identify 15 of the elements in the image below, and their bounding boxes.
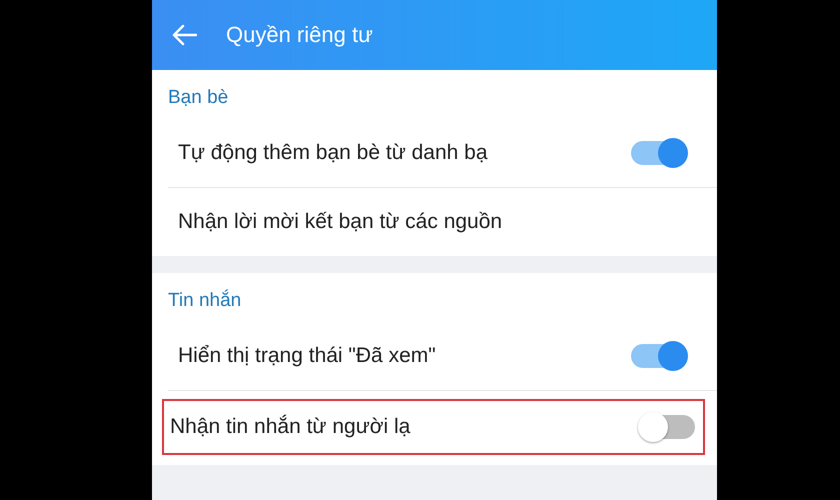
- settings-row[interactable]: Tự động thêm bạn bè từ danh bạ: [162, 119, 707, 187]
- back-arrow-icon[interactable]: [170, 23, 198, 47]
- section-title: Tin nhắn: [167, 288, 242, 313]
- settings-row[interactable]: Nhận lời mời kết bạn từ các nguồn: [162, 188, 707, 256]
- row-label: Nhận tin nhắn từ người lạ: [170, 415, 410, 439]
- row-label: Nhận lời mời kết bạn từ các nguồn: [178, 210, 502, 234]
- section-title: Bạn bè: [167, 86, 230, 110]
- toggle-switch[interactable]: [641, 415, 695, 439]
- toggle-switch[interactable]: [631, 141, 685, 165]
- screen-title: Quyền riêng tư: [226, 22, 373, 48]
- row-label: Tự động thêm bạn bè từ danh bạ: [178, 141, 488, 165]
- settings-row[interactable]: Nhận tin nhắn từ người lạ: [162, 399, 705, 455]
- row-label: Hiển thị trạng thái "Đã xem": [178, 344, 436, 368]
- settings-row[interactable]: Hiển thị trạng thái "Đã xem": [162, 322, 707, 390]
- toggle-switch[interactable]: [631, 344, 685, 368]
